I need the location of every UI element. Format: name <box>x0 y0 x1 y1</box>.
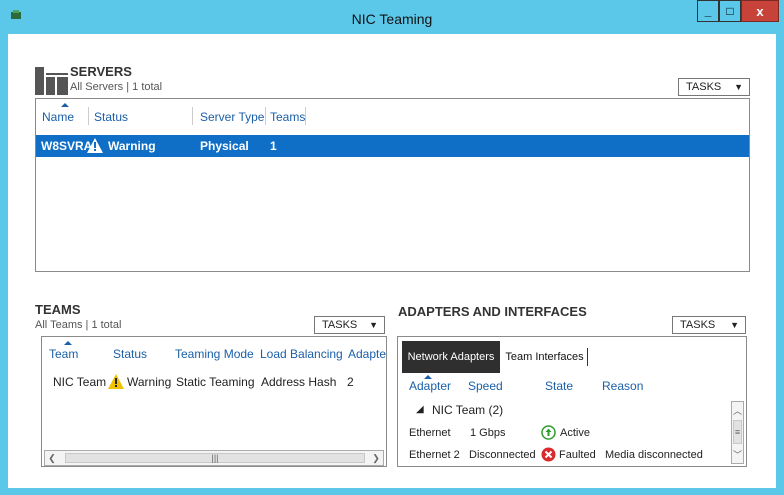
column-header-team[interactable]: Team <box>49 347 78 361</box>
horizontal-scrollbar[interactable]: ❮ ||| ❯ <box>44 450 384 466</box>
column-separator <box>265 107 266 125</box>
scroll-up-button[interactable]: ︿ <box>732 404 743 416</box>
adapter-reason: Media disconnected <box>605 449 703 461</box>
minimize-button[interactable]: _ <box>697 0 719 22</box>
teams-title: TEAMS <box>35 302 81 317</box>
scroll-thumb[interactable]: ||| <box>65 453 365 463</box>
servers-subtitle: All Servers | 1 total <box>70 81 163 93</box>
servers-tasks-button[interactable]: TASKS ▼ <box>678 78 750 96</box>
adapters-title: ADAPTERS AND INTERFACES <box>398 304 587 319</box>
chevron-down-icon: ▼ <box>730 320 739 330</box>
team-group-header[interactable]: ◢ NIC Team (2) <box>398 401 728 421</box>
adapter-speed: 1 Gbps <box>470 427 506 439</box>
adapters-tasks-label: TASKS <box>680 319 716 331</box>
column-separator <box>305 107 306 125</box>
team-row[interactable]: NIC Team Warning Static Teaming Address … <box>42 371 386 393</box>
group-label: NIC Team (2) <box>432 403 504 417</box>
sort-ascending-icon <box>61 103 69 107</box>
teams-list[interactable]: Team Status Teaming Mode Load Balancing … <box>41 336 387 467</box>
team-name: NIC Team <box>53 375 107 389</box>
column-header-status[interactable]: Status <box>94 110 128 124</box>
server-row[interactable]: W8SVRA Warning Physical 1 <box>36 135 749 157</box>
column-header-server-type[interactable]: Server Type <box>200 110 264 124</box>
faulted-x-icon <box>541 447 556 462</box>
teams-tasks-label: TASKS <box>322 319 358 331</box>
column-header-status[interactable]: Status <box>113 347 147 361</box>
active-up-icon <box>541 425 556 440</box>
maximize-button[interactable]: □ <box>719 0 741 22</box>
column-separator <box>88 107 89 125</box>
expand-triangle-icon[interactable]: ◢ <box>416 404 424 415</box>
column-header-load-balancing[interactable]: Load Balancing <box>260 347 343 361</box>
column-separator <box>192 107 193 125</box>
column-header-adapter[interactable]: Adapter <box>409 379 451 393</box>
vertical-scrollbar[interactable]: ︿ ≡ ﹀ <box>731 401 744 464</box>
title-bar[interactable]: NIC Teaming _ □ x <box>0 0 784 34</box>
warning-icon <box>108 374 124 389</box>
teams-subtitle: All Teams | 1 total <box>35 319 122 331</box>
chevron-down-icon: ▼ <box>734 82 743 92</box>
server-type: Physical <box>200 139 249 153</box>
window-title: NIC Teaming <box>351 11 433 27</box>
teams-tasks-button[interactable]: TASKS ▼ <box>314 316 385 334</box>
column-header-adapters[interactable]: Adapter <box>348 347 386 361</box>
servers-tasks-label: TASKS <box>686 81 722 93</box>
nic-teaming-window: NIC Teaming _ □ x SERVERS All Servers | … <box>0 0 784 495</box>
team-adapters: 2 <box>347 375 354 389</box>
server-name: W8SVRA <box>41 139 93 153</box>
scroll-down-button[interactable]: ﹀ <box>732 448 743 460</box>
scroll-thumb[interactable]: ≡ <box>733 420 742 444</box>
warning-icon <box>87 138 103 153</box>
column-header-speed[interactable]: Speed <box>468 379 503 393</box>
team-status: Warning <box>127 375 172 389</box>
adapter-row[interactable]: Ethernet 1 Gbps Active <box>398 425 728 445</box>
adapter-state: Active <box>560 427 590 439</box>
server-group-icon <box>35 67 68 95</box>
tab-team-interfaces[interactable]: Team Interfaces <box>502 348 588 366</box>
team-mode: Static Teaming <box>176 375 255 389</box>
chevron-down-icon: ▼ <box>369 320 378 330</box>
column-header-name[interactable]: Name <box>42 110 74 124</box>
adapter-name: Ethernet 2 <box>409 449 460 461</box>
adapter-row[interactable]: Ethernet 2 Disconnected Faulted Media di… <box>398 447 728 467</box>
column-header-teaming-mode[interactable]: Teaming Mode <box>175 347 254 361</box>
adapter-state: Faulted <box>559 449 596 461</box>
column-header-state[interactable]: State <box>545 379 573 393</box>
column-header-teams[interactable]: Teams <box>270 110 305 124</box>
server-status: Warning <box>108 139 156 153</box>
servers-title: SERVERS <box>70 64 132 79</box>
adapters-panel: Network Adapters Team Interfaces Adapter… <box>397 336 747 467</box>
adapters-tasks-button[interactable]: TASKS ▼ <box>672 316 746 334</box>
scroll-left-button[interactable]: ❮ <box>45 451 59 465</box>
team-load-balancing: Address Hash <box>261 375 337 389</box>
scroll-right-button[interactable]: ❯ <box>369 451 383 465</box>
close-button[interactable]: x <box>741 0 779 22</box>
client-area: SERVERS All Servers | 1 total TASKS ▼ Na… <box>8 34 776 488</box>
adapter-name: Ethernet <box>409 427 451 439</box>
tab-network-adapters[interactable]: Network Adapters <box>402 341 500 373</box>
servers-list[interactable]: Name Status Server Type Teams W8SVRA War… <box>35 98 750 272</box>
server-teams: 1 <box>270 139 277 153</box>
column-header-reason[interactable]: Reason <box>602 379 643 393</box>
sort-ascending-icon <box>64 341 72 345</box>
adapter-speed: Disconnected <box>469 449 536 461</box>
